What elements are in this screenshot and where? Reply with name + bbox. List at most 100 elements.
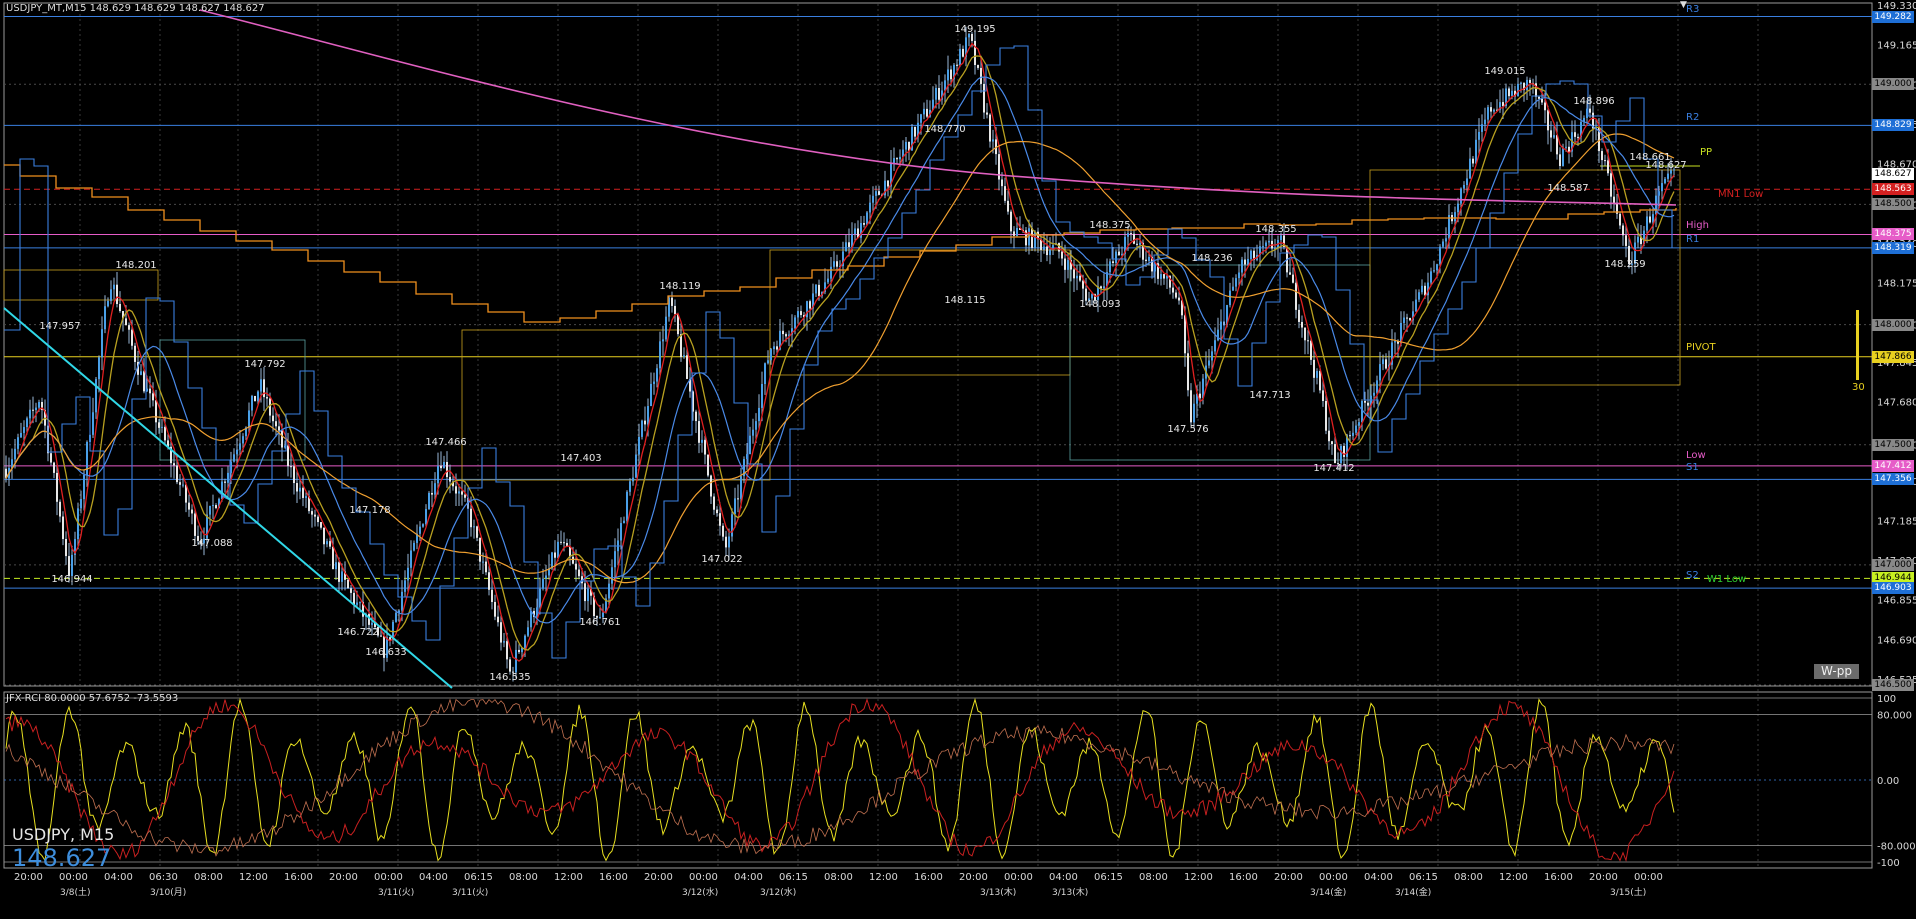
peak-label: 146.944 <box>51 574 92 585</box>
candle-body <box>1394 340 1396 343</box>
candle-body <box>1280 235 1282 240</box>
candle-body <box>1436 264 1438 271</box>
peak-label: 149.015 <box>1484 66 1525 77</box>
candle-body <box>626 491 628 521</box>
peak-labels: 149.195 148.770 148.115 148.201 147.957 147.7… <box>39 24 1686 683</box>
scroll-marker-icon[interactable]: ▼ <box>1680 0 1687 10</box>
candle-body <box>1004 186 1006 201</box>
candle-body <box>59 501 61 517</box>
candle-body <box>323 527 325 545</box>
candle-body <box>1010 211 1012 232</box>
candle-body <box>1184 315 1186 354</box>
candle-body <box>1493 109 1495 112</box>
candle-body <box>443 461 445 469</box>
candle-body <box>152 393 154 401</box>
candle-body <box>149 388 151 394</box>
time-axis-label: 04:00 <box>1364 872 1393 883</box>
candle-body <box>764 363 766 384</box>
date-axis-label: 3/13(木) <box>1052 886 1088 898</box>
date-axis-label: 3/12(水) <box>682 886 718 898</box>
candle-body <box>938 87 940 100</box>
candle-body <box>1421 285 1423 293</box>
candle-body <box>425 509 427 525</box>
candle-body <box>836 261 838 267</box>
time-axis-label: 00:00 <box>689 872 718 883</box>
candle-body <box>92 412 94 435</box>
candle-body <box>557 541 559 558</box>
candle-body <box>419 526 421 534</box>
candle-body <box>701 439 703 443</box>
candle-body <box>1460 188 1462 204</box>
candle-body <box>1619 213 1621 226</box>
peak-label: 148.587 <box>1547 183 1588 194</box>
candle-body <box>464 494 466 498</box>
candle-body <box>1547 110 1549 131</box>
candle-body <box>1319 371 1321 391</box>
candle-body <box>470 508 472 528</box>
price-chart[interactable]: 149.195 148.770 148.115 148.201 147.957 147.7… <box>0 0 1916 919</box>
candle-body <box>1130 233 1132 235</box>
candle-body <box>104 306 106 330</box>
candle-body <box>395 612 397 622</box>
candle-body <box>1373 392 1375 396</box>
candle-body <box>704 439 706 455</box>
candle-body <box>227 472 229 483</box>
moving-average-line <box>5 42 1675 662</box>
candle-body <box>1403 317 1405 323</box>
candle-body <box>29 409 31 419</box>
price-badge: 148.319 <box>1872 241 1914 254</box>
candle-body <box>797 311 799 318</box>
time-axis-label: 20:00 <box>14 872 43 883</box>
date-axis-label: 3/8(土) <box>60 886 91 898</box>
time-axis-label: 04:00 <box>1049 872 1078 883</box>
candle-body <box>278 426 280 431</box>
candle-body <box>440 465 442 469</box>
candle-body <box>1193 403 1195 423</box>
candle-body <box>494 601 496 617</box>
peak-label: 146.722 <box>337 627 378 638</box>
candle-body <box>329 541 331 547</box>
candle-body <box>35 407 37 411</box>
candle-body <box>734 498 736 515</box>
wpp-button[interactable]: W-pp <box>1814 664 1859 679</box>
candle-body <box>1214 340 1216 352</box>
candle-body <box>1469 158 1471 179</box>
candle-body <box>1058 243 1060 252</box>
candle-body <box>1565 146 1567 148</box>
candle-body <box>158 422 160 428</box>
price-badge: 148.563 <box>1872 183 1914 196</box>
candle-body <box>530 610 532 628</box>
candle-body <box>1559 154 1561 166</box>
candle-body <box>314 514 316 517</box>
peak-label: 149.195 <box>954 24 995 35</box>
time-axis-label: 16:00 <box>1544 872 1573 883</box>
time-axis-label: 00:00 <box>1634 872 1663 883</box>
price-axis-label: 149.165 <box>1877 41 1916 52</box>
candle-body <box>476 526 478 538</box>
candle-body <box>455 486 457 494</box>
candle-body <box>698 421 700 443</box>
chart-info-label: USDJPY_MT,M15 148.629 148.629 148.627 14… <box>6 3 265 14</box>
time-axis-label: 08:00 <box>1454 872 1483 883</box>
candle-body <box>1613 196 1615 203</box>
candle-body <box>140 371 142 375</box>
candle-body <box>1508 88 1510 97</box>
date-axis-label: 3/14(金) <box>1310 886 1346 898</box>
peak-label: 146.535 <box>489 672 530 683</box>
time-axis-label: 04:00 <box>104 872 133 883</box>
candle-body <box>1220 321 1222 330</box>
candle-body <box>269 398 271 416</box>
candle-body <box>1433 270 1435 272</box>
candle-body <box>632 477 634 482</box>
candle-body <box>98 357 100 380</box>
candle-body <box>749 435 751 455</box>
candle-body <box>1301 321 1303 328</box>
candle-body <box>1517 83 1519 97</box>
candle-body <box>1649 216 1651 223</box>
candle-body <box>491 589 493 602</box>
candle-body <box>1244 259 1246 265</box>
candle-body <box>131 329 133 346</box>
candle-body <box>1439 246 1441 265</box>
candle-body <box>113 284 115 290</box>
candle-body <box>782 330 784 335</box>
